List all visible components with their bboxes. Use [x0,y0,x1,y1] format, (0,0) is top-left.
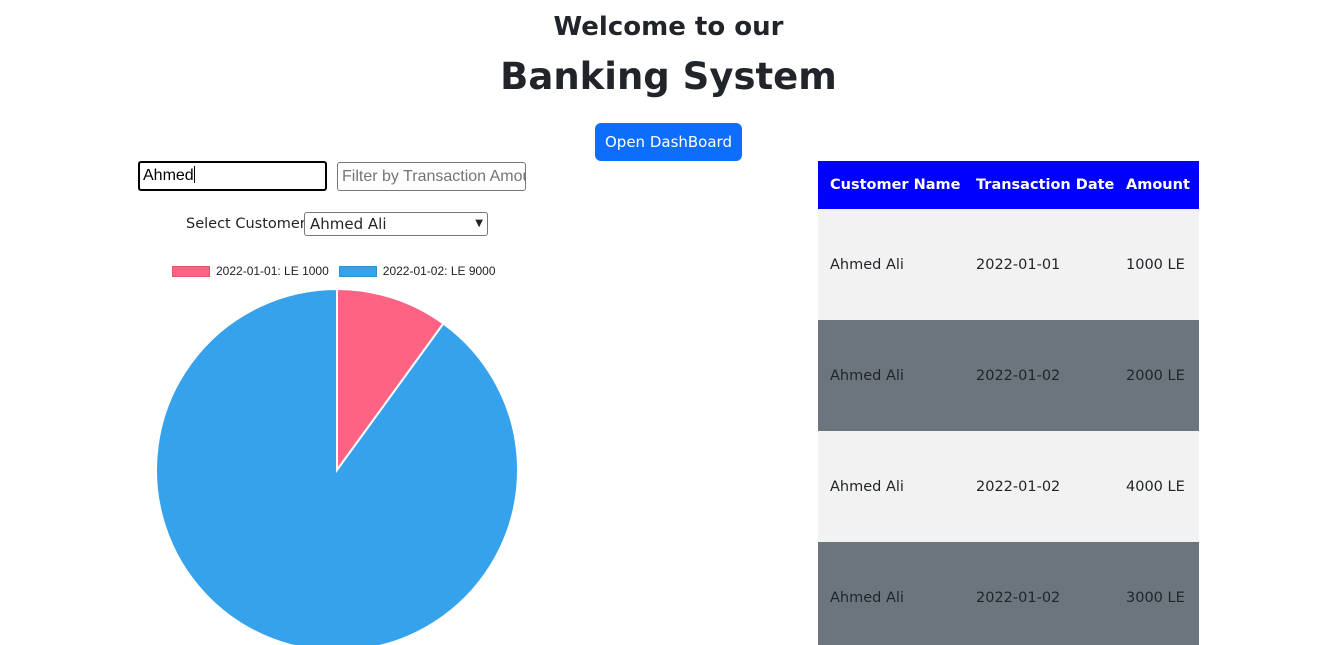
page: Welcome to our Banking System Open DashB… [0,0,1337,645]
cell-transaction-date: 2022-01-02 [976,589,1061,606]
cell-customer-name: Ahmed Ali [830,367,904,384]
pie-slice[interactable] [155,287,519,645]
cell-transaction-date: 2022-01-02 [976,478,1061,495]
transactions-table: Customer Name Transaction Date Amount Ah… [818,161,1199,645]
table-header: Customer Name Transaction Date Amount [818,161,1199,209]
table-row: Ahmed Ali 2022-01-02 3000 LE [818,542,1199,645]
cell-customer-name: Ahmed Ali [830,589,904,606]
cell-transaction-date: 2022-01-02 [976,367,1061,384]
table-row: Ahmed Ali 2022-01-02 2000 LE [818,320,1199,431]
column-header-amount[interactable]: Amount [1114,177,1199,193]
table-row: Ahmed Ali 2022-01-02 4000 LE [818,431,1199,542]
column-header-transaction-date[interactable]: Transaction Date [964,177,1114,193]
cell-amount: 1000 LE [1126,256,1185,273]
cell-amount: 4000 LE [1126,478,1185,495]
cell-amount: 2000 LE [1126,367,1185,384]
cell-amount: 3000 LE [1126,589,1185,606]
cell-customer-name: Ahmed Ali [830,478,904,495]
cell-transaction-date: 2022-01-01 [976,256,1061,273]
cell-customer-name: Ahmed Ali [830,256,904,273]
column-header-customer-name[interactable]: Customer Name [818,177,964,193]
table-row: Ahmed Ali 2022-01-01 1000 LE [818,209,1199,320]
